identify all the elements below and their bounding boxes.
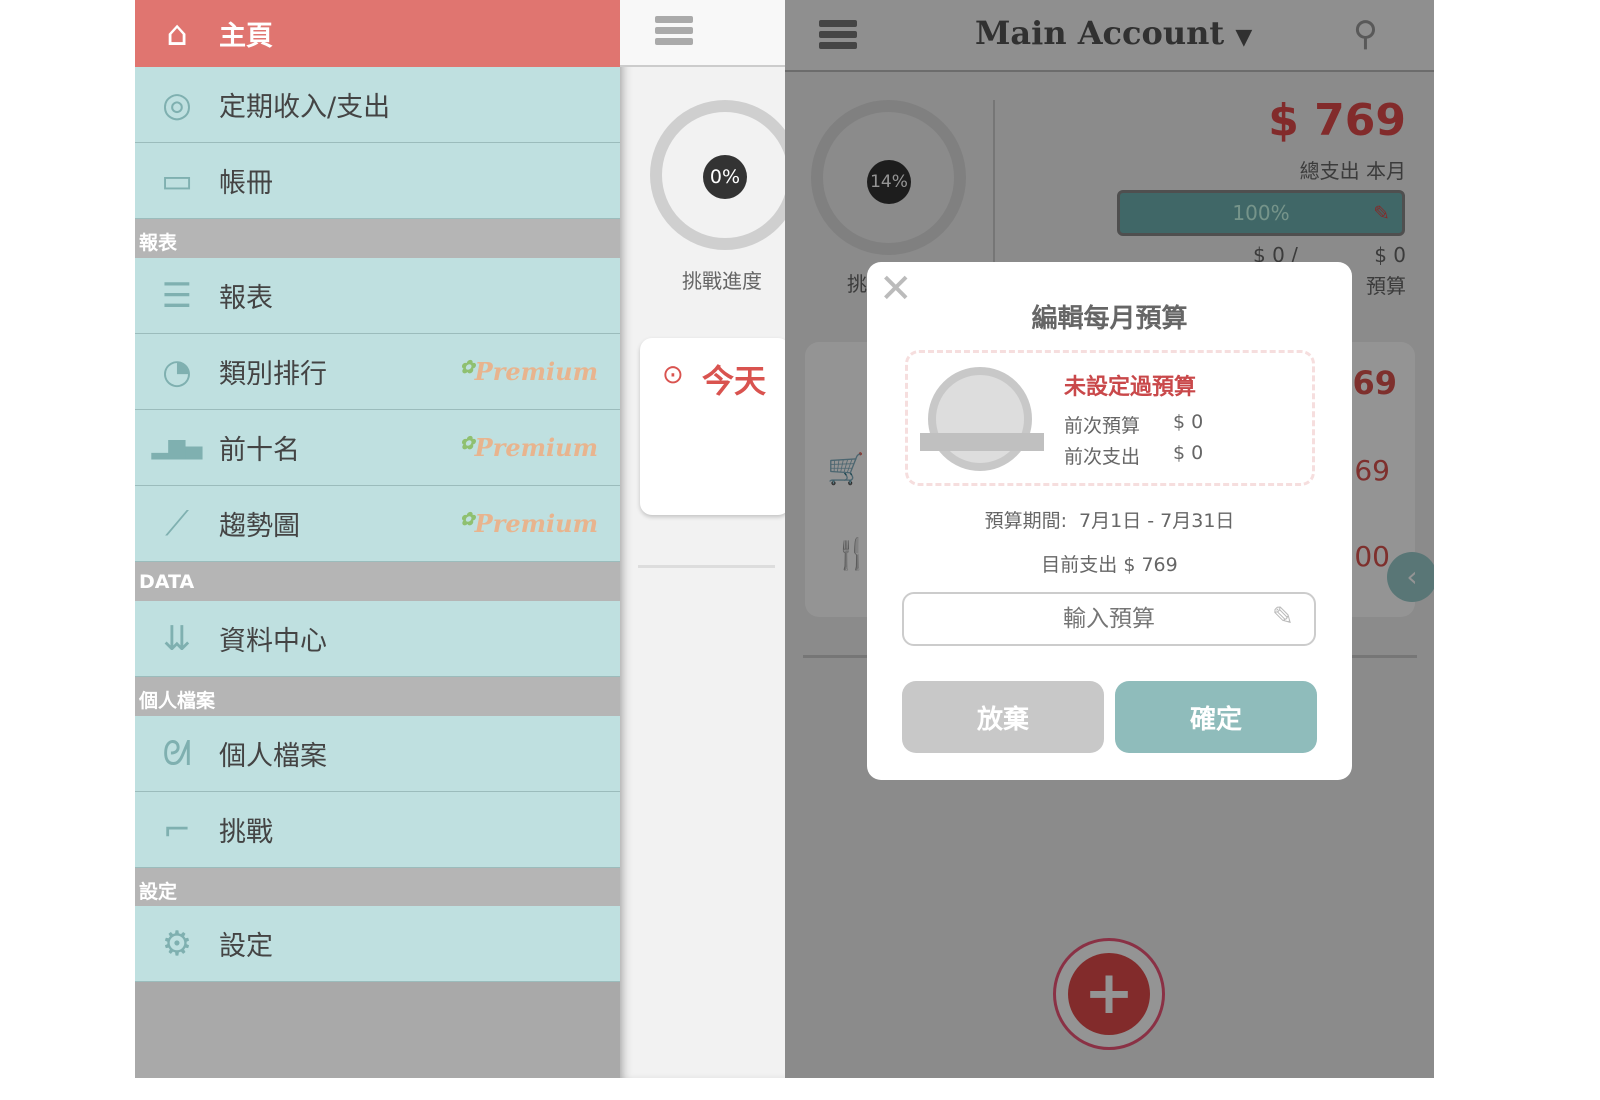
premium-badge: ✿Premium [459, 509, 598, 538]
premium-badge: ✿Premium [459, 357, 598, 386]
sidebar-item-trend[interactable]: ⟋ 趨勢圖 ✿Premium [135, 486, 620, 562]
cancel-button[interactable]: 放棄 [902, 681, 1104, 753]
section-header-data: DATA [135, 562, 620, 601]
main-page-peek: 0% 挑戰進度 ⊙ 今天 [620, 0, 800, 1078]
sidebar-drawer: ⌂ 主頁 ◎ 定期收入/支出 ▭ 帳冊 報表 ☰ 報表 ◔ 類別排行 ✿Premium ▂… [135, 0, 620, 1078]
gun-icon: ⌐ [162, 809, 192, 850]
bunny-icon: ᘛ [162, 733, 192, 774]
trend-chart-icon: ⟋ [165, 503, 189, 544]
sidebar-item-challenge[interactable]: ⌐ 挑戰 [135, 792, 620, 868]
today-label: 今天 [702, 362, 767, 400]
book-icon: ▭ [160, 160, 194, 201]
list-icon: ☰ [161, 275, 193, 316]
pie-chart-icon: ◔ [162, 351, 192, 392]
data-center-icon: ⇊ [162, 618, 192, 659]
confirm-button[interactable]: 確定 [1115, 681, 1317, 753]
section-header-profile: 個人檔案 [135, 677, 620, 716]
progress-label: 挑戰進度 [682, 269, 762, 293]
pencil-icon: ✎ [1272, 602, 1294, 632]
bunny-badge-icon [920, 367, 1044, 471]
sidebar-item-reports[interactable]: ☰ 報表 [135, 258, 620, 334]
premium-badge: ✿Premium [459, 433, 598, 462]
sidebar-item-home[interactable]: ⌂ 主頁 [135, 0, 620, 67]
expense-arrow-icon: ⊙ [662, 360, 684, 390]
dialog-title: 編輯每月預算 [1031, 304, 1188, 334]
progress-percent: 0% [703, 155, 747, 199]
sidebar-item-settings[interactable]: ⚙ 設定 [135, 906, 620, 982]
sidebar-item-top-ten[interactable]: ▂▆▄ 前十名 ✿Premium [135, 410, 620, 486]
section-header-settings: 設定 [135, 868, 620, 907]
sidebar-item-books[interactable]: ▭ 帳冊 [135, 143, 620, 219]
current-spend: 目前支出 $ 769 [1041, 554, 1178, 576]
podium-icon: ▂▆▄ [151, 435, 203, 460]
sidebar-item-data-center[interactable]: ⇊ 資料中心 [135, 601, 620, 677]
budget-input[interactable] [902, 592, 1316, 646]
sidebar-item-profile[interactable]: ᘛ 個人檔案 [135, 716, 620, 792]
edit-budget-dialog: ✕ 編輯每月預算 未設定過預算 前次預算 $ 0 前次支出 $ 0 預算期間: … [867, 262, 1352, 780]
home-icon: ⌂ [166, 13, 188, 54]
hamburger-menu-icon[interactable] [655, 16, 693, 49]
budget-status: 未設定過預算 [1064, 375, 1197, 400]
recurring-icon: ◎ [162, 84, 192, 125]
sidebar-item-recurring[interactable]: ◎ 定期收入/支出 [135, 67, 620, 143]
gear-icon: ⚙ [161, 923, 193, 964]
previous-budget-box: 未設定過預算 前次預算 $ 0 前次支出 $ 0 [905, 350, 1315, 486]
section-header-reports: 報表 [135, 219, 620, 258]
budget-period: 預算期間: 7月1日 - 7月31日 [984, 510, 1235, 532]
today-card[interactable]: ⊙ 今天 [640, 338, 790, 515]
sidebar-item-category-ranking[interactable]: ◔ 類別排行 ✿Premium [135, 334, 620, 410]
